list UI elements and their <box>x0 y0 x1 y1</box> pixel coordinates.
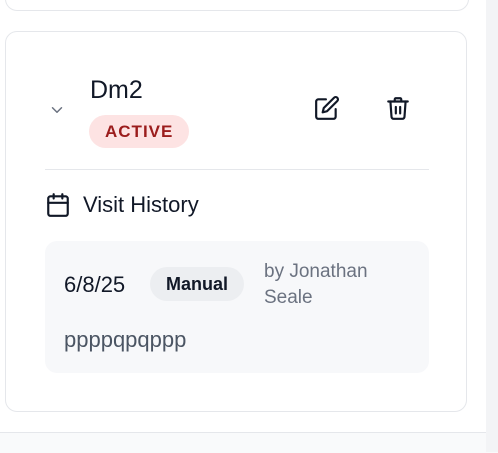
chevron-down-icon <box>51 107 63 113</box>
edit-button[interactable] <box>310 91 344 125</box>
trash-icon <box>387 97 409 120</box>
visit-date: 6/8/25 <box>64 272 126 297</box>
visit-note: ppppqpqppp <box>64 327 187 352</box>
calendar-icon <box>45 192 71 218</box>
scrollbar-track[interactable] <box>486 0 498 452</box>
visit-author: by Jonathan Seale <box>264 261 368 308</box>
scroll-area: Dm2 ACTIVE Visit History 6/8/25 Manual b… <box>0 0 486 432</box>
footer-area <box>0 432 486 453</box>
status-badge: ACTIVE <box>89 115 190 148</box>
section-divider <box>45 169 429 170</box>
visit-type-badge: Manual <box>150 267 245 301</box>
edit-icon <box>315 96 339 120</box>
delete-button[interactable] <box>381 91 415 125</box>
expand-toggle-button[interactable] <box>42 98 72 122</box>
condition-title: Dm2 <box>90 76 143 104</box>
previous-record-card <box>5 0 469 11</box>
visit-history-heading: Visit History <box>83 192 199 217</box>
